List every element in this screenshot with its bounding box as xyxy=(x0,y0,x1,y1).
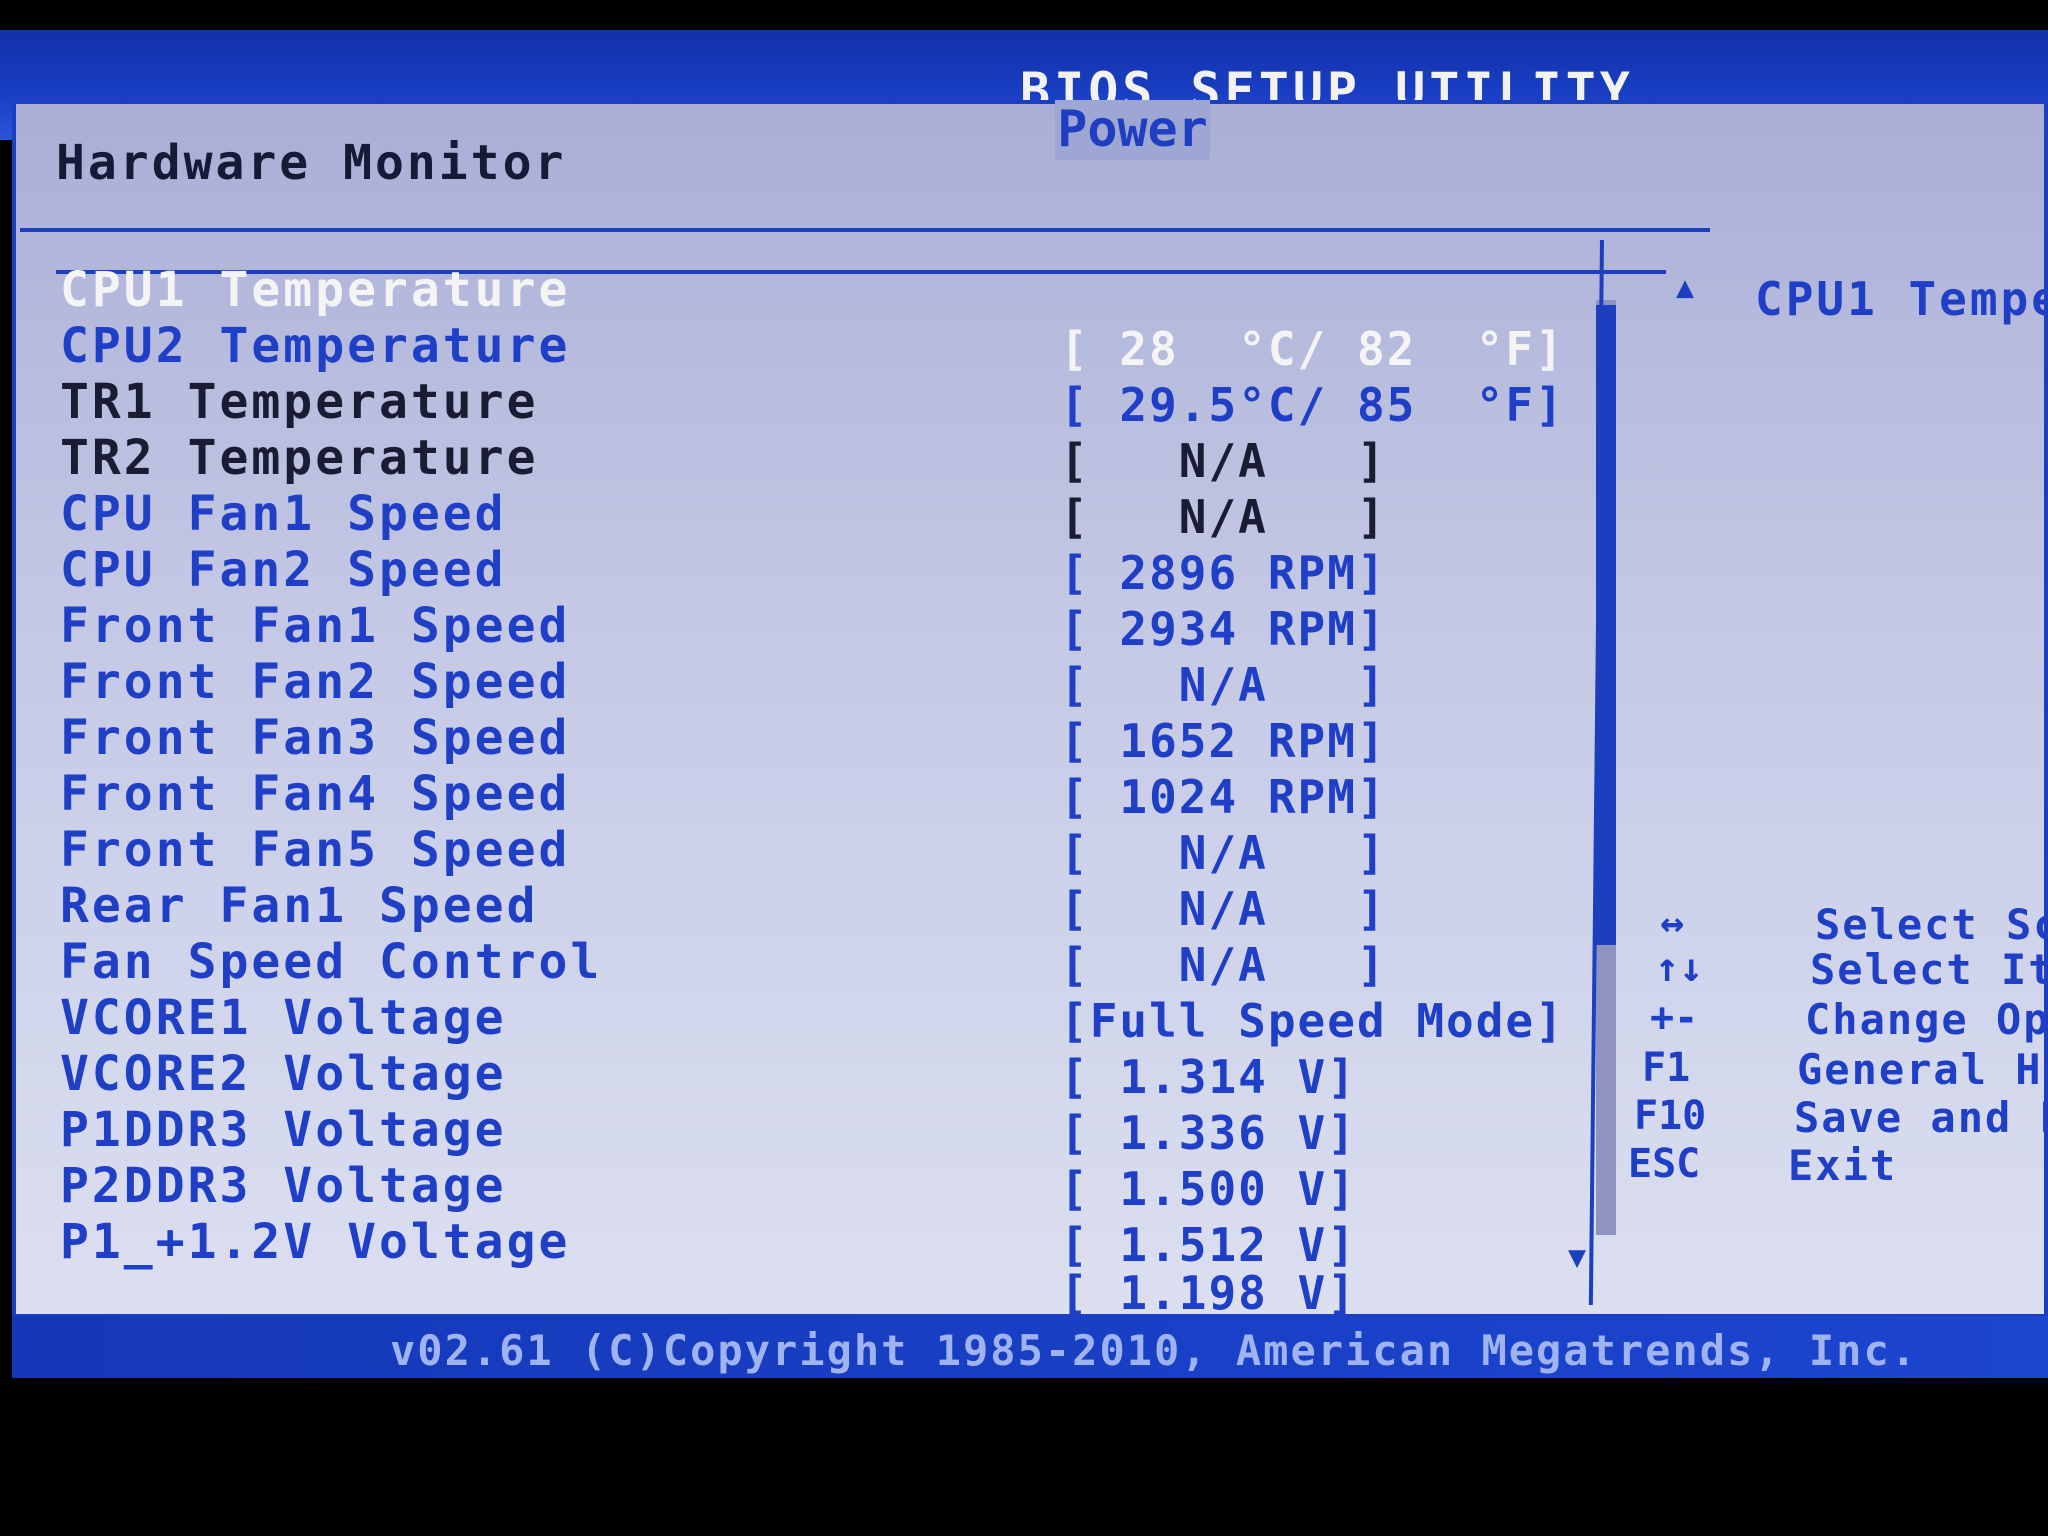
row-value: [ 1.500 V] xyxy=(1060,1162,1357,1216)
key-label: ESC xyxy=(1628,1141,1701,1187)
row-p1ddr3-voltage[interactable]: P1DDR3 Voltage [ 1.336 V] xyxy=(0,1102,1650,1160)
row-front-fan2-speed[interactable]: Front Fan2 Speed [ N/A ] xyxy=(0,654,1650,712)
bios-screen: BIOS SETUP UTILITY Power Hardware Monito… xyxy=(0,0,2048,1536)
key-label: F10 xyxy=(1634,1093,1707,1139)
key-desc: Save and E xyxy=(1794,1093,2048,1142)
row-value: [ N/A ] xyxy=(1060,490,1387,544)
row-value: [ N/A ] xyxy=(1060,658,1387,712)
footer-bar: v02.61 (C)Copyright 1985-2010, American … xyxy=(12,1316,2048,1378)
page-title: Hardware Monitor xyxy=(56,135,567,191)
row-cpu-fan2-speed[interactable]: CPU Fan2 Speed [ 2896 RPM] xyxy=(0,542,1650,600)
row-tr2-temperature[interactable]: TR2 Temperature [ N/A ] xyxy=(0,430,1650,488)
row-cpu2-temperature[interactable]: CPU2 Temperature [ 28 °C/ 82 °F] xyxy=(0,318,1650,376)
row-label: Front Fan1 Speed xyxy=(60,598,571,654)
row-value: [ N/A ] xyxy=(1060,882,1387,936)
row-front-fan1-speed[interactable]: Front Fan1 Speed [ 2934 RPM] xyxy=(0,598,1650,656)
row-trailing-value[interactable]: [ 1.198 V] xyxy=(0,1262,1650,1320)
row-value: [ 29.5°C/ 85 °F] xyxy=(1060,378,1565,432)
row-label: Front Fan4 Speed xyxy=(60,766,571,822)
row-p1-1-2v-voltage[interactable]: P1_+1.2V Voltage [ 1.512 V] xyxy=(0,1214,1650,1272)
row-cpu1-temperature[interactable]: CPU1 Temperature xyxy=(0,262,1650,318)
title-divider xyxy=(20,228,1710,232)
row-label: VCORE2 Voltage xyxy=(60,1046,507,1102)
row-value: [Full Speed Mode] xyxy=(1060,994,1565,1048)
row-label: Front Fan2 Speed xyxy=(60,654,571,710)
row-label: TR2 Temperature xyxy=(60,430,539,486)
row-label: Front Fan5 Speed xyxy=(60,822,571,878)
key-desc: Select Ite xyxy=(1810,945,2048,994)
key-desc: Change Opt xyxy=(1805,995,2048,1044)
row-p2ddr3-voltage[interactable]: P2DDR3 Voltage [ 1.500 V] xyxy=(0,1158,1650,1216)
row-label: CPU1 Temperature xyxy=(60,262,571,318)
row-value: [ N/A ] xyxy=(1060,826,1387,880)
scroll-down-arrow-icon[interactable]: ▼ xyxy=(1568,1240,1586,1275)
row-rear-fan1-speed[interactable]: Rear Fan1 Speed [ N/A ] xyxy=(0,878,1650,936)
plus-minus-icon: +- xyxy=(1650,995,1699,1041)
row-label: P1DDR3 Voltage xyxy=(60,1102,507,1158)
row-label: Rear Fan1 Speed xyxy=(60,878,539,934)
key-desc: General He xyxy=(1797,1045,2048,1094)
row-value: [ 1652 RPM] xyxy=(1060,714,1387,768)
up-down-arrow-icon: ↑↓ xyxy=(1655,945,1704,991)
key-desc: Select Sc xyxy=(1815,900,2048,949)
row-label: Fan Speed Control xyxy=(60,934,603,990)
row-value: [ 2896 RPM] xyxy=(1060,546,1387,600)
row-label: CPU2 Temperature xyxy=(60,318,571,374)
row-front-fan3-speed[interactable]: Front Fan3 Speed [ 1652 RPM] xyxy=(0,710,1650,768)
row-vcore2-voltage[interactable]: VCORE2 Voltage [ 1.314 V] xyxy=(0,1046,1650,1104)
row-value: [ N/A ] xyxy=(1060,938,1387,992)
row-label: TR1 Temperature xyxy=(60,374,539,430)
tab-power[interactable]: Power xyxy=(1055,100,1210,160)
row-front-fan4-speed[interactable]: Front Fan4 Speed [ 1024 RPM] xyxy=(0,766,1650,824)
row-value: [ 2934 RPM] xyxy=(1060,602,1387,656)
row-label: CPU Fan1 Speed xyxy=(60,486,507,542)
row-value: [ 1.336 V] xyxy=(1060,1106,1357,1160)
key-label: F1 xyxy=(1642,1045,1691,1091)
row-label: VCORE1 Voltage xyxy=(60,990,507,1046)
row-cpu-fan1-speed[interactable]: CPU Fan1 Speed [ N/A ] xyxy=(0,486,1650,544)
row-fan-speed-control[interactable]: Fan Speed Control [ N/A ] xyxy=(0,934,1650,992)
help-title: CPU1 Temper xyxy=(1755,272,2048,326)
row-front-fan5-speed[interactable]: Front Fan5 Speed [ N/A ] xyxy=(0,822,1650,880)
key-desc: Exit xyxy=(1788,1141,1898,1190)
row-value: [ 1.314 V] xyxy=(1060,1050,1357,1104)
row-value: [ 1.198 V] xyxy=(1060,1266,1357,1320)
row-label: Front Fan3 Speed xyxy=(60,710,571,766)
row-vcore1-voltage[interactable]: VCORE1 Voltage [Full Speed Mode] xyxy=(0,990,1650,1048)
row-tr1-temperature[interactable]: TR1 Temperature [ 29.5°C/ 85 °F] xyxy=(0,374,1650,432)
row-label: CPU Fan2 Speed xyxy=(60,542,507,598)
row-value: [ 1024 RPM] xyxy=(1060,770,1387,824)
copyright-text: v02.61 (C)Copyright 1985-2010, American … xyxy=(390,1326,1919,1375)
scroll-up-arrow-icon[interactable]: ▲ xyxy=(1676,270,1694,305)
row-value: [ 28 °C/ 82 °F] xyxy=(1060,322,1565,376)
left-right-arrow-icon: ↔ xyxy=(1660,900,1685,946)
row-value: [ N/A ] xyxy=(1060,434,1387,488)
row-label: P2DDR3 Voltage xyxy=(60,1158,507,1214)
